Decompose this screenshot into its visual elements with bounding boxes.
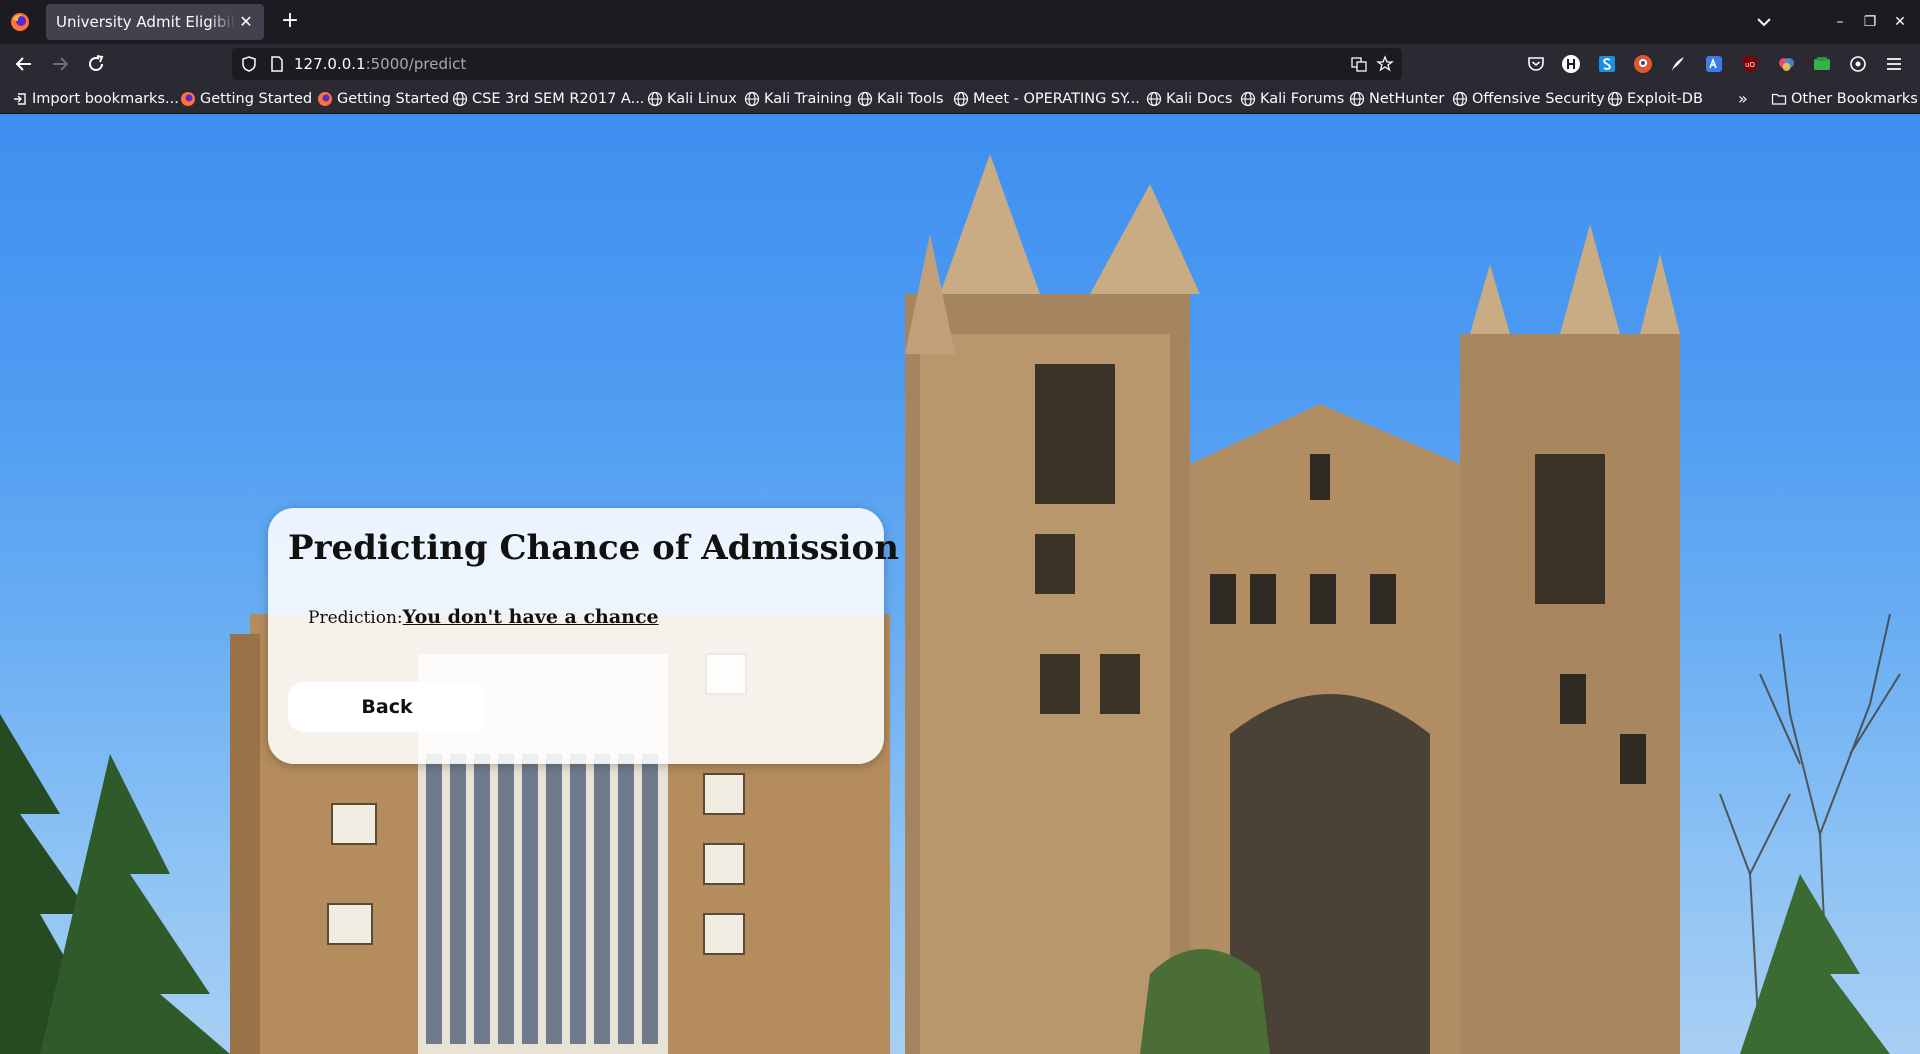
prediction-label: Prediction:	[308, 608, 403, 628]
extension-s-icon[interactable]	[1597, 54, 1617, 74]
pocket-icon[interactable]	[1526, 54, 1546, 74]
bookmark-kali-forums[interactable]: Kali Forums	[1240, 89, 1344, 109]
globe-icon	[1240, 91, 1256, 107]
bookmark-label: Kali Forums	[1260, 91, 1345, 107]
bookmark-meet-operating-sy[interactable]: Meet - OPERATING SY...	[953, 89, 1140, 109]
folder-icon	[1771, 93, 1787, 105]
bookmark-kali-docs[interactable]: Kali Docs	[1146, 89, 1232, 109]
tracking-protection-shield-icon[interactable]	[240, 55, 258, 73]
bookmark-getting-started-2[interactable]: Getting Started	[317, 89, 449, 109]
bookmark-label: Getting Started	[200, 91, 313, 107]
bookmark-label: Meet - OPERATING SY...	[973, 91, 1140, 107]
import-icon	[14, 93, 26, 105]
translate-icon[interactable]	[1350, 55, 1368, 73]
bookmark-label: NetHunter	[1369, 91, 1445, 107]
bookmark-label: Kali Linux	[667, 91, 737, 107]
navigation-toolbar: 127.0.0.1:5000/predict uO	[0, 44, 1920, 84]
translate-extension-icon[interactable]	[1704, 54, 1724, 74]
extension-h-icon[interactable]	[1561, 54, 1581, 74]
firefox-icon	[318, 92, 332, 106]
page-info-icon[interactable]	[268, 55, 286, 73]
globe-icon	[1349, 91, 1365, 107]
globe-icon	[1452, 91, 1468, 107]
page-viewport: Predicting Chance of Admission Predictio…	[0, 114, 1920, 1054]
bookmarks-toolbar: Import bookmarks... Getting Started Gett…	[0, 84, 1920, 114]
green-extension-icon[interactable]	[1812, 54, 1832, 74]
bookmark-cse-3rd-sem[interactable]: CSE 3rd SEM R2017 A...	[452, 89, 644, 109]
reload-icon[interactable]	[84, 52, 108, 76]
minimize-button[interactable]: –	[1828, 10, 1852, 34]
bookmark-offensive-security[interactable]: Offensive Security	[1452, 89, 1605, 109]
bookmark-label: Import bookmarks...	[32, 91, 179, 107]
list-all-tabs-icon[interactable]	[1752, 11, 1776, 33]
firefox-logo-icon[interactable]	[10, 12, 30, 32]
forward-arrow-icon[interactable]	[48, 52, 72, 76]
bookmark-kali-training[interactable]: Kali Training	[744, 89, 852, 109]
bookmark-nethunter[interactable]: NetHunter	[1349, 89, 1444, 109]
restore-button[interactable]: ❐	[1858, 10, 1882, 34]
bookmark-label: Kali Docs	[1166, 91, 1233, 107]
close-window-button[interactable]: ✕	[1888, 10, 1912, 34]
url-host: 127.0.0.1	[294, 55, 366, 73]
globe-icon	[1607, 91, 1623, 107]
duckduckgo-icon[interactable]	[1633, 54, 1653, 74]
globe-icon	[452, 91, 468, 107]
globe-icon	[953, 91, 969, 107]
globe-icon	[1146, 91, 1162, 107]
tab-title: University Admit Eligibility Predictor	[56, 13, 236, 31]
bookmarks-overflow-chevron-icon[interactable]: »	[1738, 89, 1758, 109]
bookmark-label: Kali Training	[764, 91, 853, 107]
globe-icon	[647, 91, 663, 107]
bookmark-label: CSE 3rd SEM R2017 A...	[472, 91, 645, 107]
page-title: Predicting Chance of Admission	[288, 528, 899, 568]
globe-icon	[744, 91, 760, 107]
bookmark-label: Exploit-DB	[1627, 91, 1703, 107]
ublock-origin-icon[interactable]: uO	[1740, 54, 1760, 74]
bookmark-label: Offensive Security	[1472, 91, 1605, 107]
prediction-row: Prediction:You don't have a chance	[308, 606, 659, 628]
firefox-icon	[181, 92, 195, 106]
prediction-card: Predicting Chance of Admission Predictio…	[268, 508, 899, 764]
new-tab-button[interactable]: +	[278, 10, 302, 34]
color-picker-extension-icon[interactable]	[1776, 54, 1796, 74]
bookmark-label: Kali Tools	[877, 91, 944, 107]
tab-close-icon[interactable]: ✕	[236, 12, 256, 32]
url-text[interactable]: 127.0.0.1:5000/predict	[294, 55, 466, 73]
bookmark-exploit-db[interactable]: Exploit-DB	[1607, 89, 1703, 109]
url-path: :5000/predict	[365, 55, 467, 73]
extension-feather-icon[interactable]	[1668, 54, 1688, 74]
active-tab[interactable]: University Admit Eligibility Predictor ✕	[46, 4, 264, 40]
other-bookmarks-folder[interactable]: Other Bookmarks	[1771, 89, 1918, 109]
bookmark-import[interactable]: Import bookmarks...	[12, 89, 179, 109]
globe-icon	[857, 91, 873, 107]
bookmark-label: Other Bookmarks	[1791, 91, 1918, 107]
address-bar[interactable]: 127.0.0.1:5000/predict	[232, 48, 1402, 80]
svg-text:uO: uO	[1745, 61, 1755, 69]
menu-hamburger-icon[interactable]	[1884, 54, 1904, 74]
back-arrow-icon[interactable]	[12, 52, 36, 76]
bookmark-label: Getting Started	[337, 91, 450, 107]
bookmark-star-icon[interactable]	[1376, 55, 1394, 73]
tab-strip: University Admit Eligibility Predictor ✕…	[0, 0, 1920, 44]
bookmark-getting-started-1[interactable]: Getting Started	[180, 89, 312, 109]
back-button[interactable]: Back	[288, 682, 486, 732]
bookmark-kali-linux[interactable]: Kali Linux	[647, 89, 737, 109]
prediction-result: You don't have a chance	[402, 606, 659, 628]
bookmark-kali-tools[interactable]: Kali Tools	[857, 89, 944, 109]
extensions-puzzle-icon[interactable]	[1848, 54, 1868, 74]
